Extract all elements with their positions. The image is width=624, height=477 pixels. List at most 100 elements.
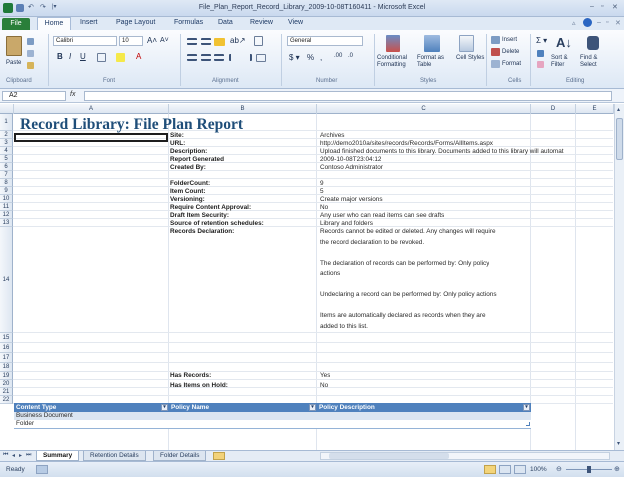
table-header-policy-name[interactable]: Policy Name ▾: [169, 403, 317, 412]
column-header-e[interactable]: E: [576, 104, 614, 114]
row-header[interactable]: 3: [0, 139, 13, 147]
cut-icon[interactable]: [27, 38, 34, 45]
orientation-icon[interactable]: ab↗: [230, 36, 246, 45]
vertical-scrollbar[interactable]: ▴ ▾: [614, 104, 624, 450]
increase-decimal-icon[interactable]: .00: [334, 53, 342, 59]
number-format-combo[interactable]: General: [287, 36, 363, 46]
row-header[interactable]: 5: [0, 155, 13, 163]
column-header-c[interactable]: C: [317, 104, 531, 114]
merge-center-icon[interactable]: [256, 54, 266, 62]
find-select-icon[interactable]: [587, 36, 599, 50]
horizontal-scrollbar[interactable]: [320, 452, 610, 460]
tab-data[interactable]: Data: [218, 19, 233, 26]
help-icon[interactable]: [583, 18, 592, 27]
page-layout-view-icon[interactable]: [499, 465, 511, 474]
row-header[interactable]: 21: [0, 388, 13, 396]
next-sheet-icon[interactable]: ▸: [19, 452, 22, 459]
align-right-icon[interactable]: [214, 54, 224, 61]
maximize-button[interactable]: ▫: [601, 3, 603, 10]
conditional-formatting-button[interactable]: Conditional Formatting: [377, 55, 417, 69]
column-header-a[interactable]: A: [14, 104, 169, 114]
autosum-icon[interactable]: Σ ▾: [536, 36, 547, 45]
row-header[interactable]: 7: [0, 171, 13, 179]
cell-styles-icon[interactable]: [459, 35, 474, 52]
filter-dropdown-icon[interactable]: ▾: [309, 404, 316, 411]
grow-font-icon[interactable]: A˄: [147, 36, 157, 45]
row-header[interactable]: 16: [0, 343, 13, 353]
fill-icon[interactable]: [537, 50, 544, 57]
last-sheet-icon[interactable]: ⏭: [26, 452, 31, 459]
filter-dropdown-icon[interactable]: ▾: [523, 404, 530, 411]
tab-view[interactable]: View: [288, 19, 303, 26]
row-header[interactable]: 4: [0, 147, 13, 155]
font-size-combo[interactable]: 10: [119, 36, 143, 46]
sheet-tab-retention-details[interactable]: Retention Details: [83, 451, 146, 461]
row-header[interactable]: 20: [0, 380, 13, 388]
row-header[interactable]: 2: [0, 131, 13, 139]
delete-cells-icon[interactable]: [491, 48, 500, 56]
column-header-b[interactable]: B: [169, 104, 317, 114]
align-center-icon[interactable]: [201, 54, 211, 61]
active-cell-selection[interactable]: [14, 133, 168, 142]
name-box[interactable]: A2: [2, 91, 66, 101]
sort-filter-button[interactable]: Sort & Filter: [551, 55, 577, 69]
row-header[interactable]: 12: [0, 211, 13, 219]
sheet-tab-summary[interactable]: Summary: [36, 451, 80, 461]
font-name-combo[interactable]: Calibri: [53, 36, 117, 46]
vertical-scroll-thumb[interactable]: [616, 118, 623, 160]
first-sheet-icon[interactable]: ⏮: [3, 452, 8, 459]
format-cells-icon[interactable]: [491, 60, 500, 68]
row-header[interactable]: 8: [0, 179, 13, 187]
cell-styles-button[interactable]: Cell Styles: [456, 55, 486, 62]
borders-icon[interactable]: [97, 53, 106, 62]
minimize-button[interactable]: –: [590, 3, 594, 10]
row-header[interactable]: 10: [0, 195, 13, 203]
workbook-minimize-icon[interactable]: –: [597, 19, 601, 26]
page-break-view-icon[interactable]: [514, 465, 526, 474]
row-header[interactable]: 9: [0, 187, 13, 195]
shrink-font-icon[interactable]: A˅: [160, 37, 169, 44]
fill-color-icon[interactable]: [116, 53, 125, 62]
row-header[interactable]: 17: [0, 353, 13, 363]
tab-insert[interactable]: Insert: [80, 19, 98, 26]
formula-input[interactable]: [84, 91, 612, 101]
table-header-policy-description[interactable]: Policy Description ▾: [317, 403, 531, 412]
table-header-content-type[interactable]: Content Type ▾: [14, 403, 169, 412]
macro-record-icon[interactable]: [36, 465, 48, 474]
row-header[interactable]: 22: [0, 396, 13, 404]
insert-cells-icon[interactable]: [491, 36, 500, 44]
underline-icon[interactable]: U: [80, 52, 86, 61]
normal-view-icon[interactable]: [484, 465, 496, 474]
zoom-in-icon[interactable]: ⊕: [614, 465, 620, 473]
zoom-slider-thumb[interactable]: [587, 466, 591, 473]
currency-icon[interactable]: $ ▾: [289, 53, 300, 62]
decrease-indent-icon[interactable]: [229, 54, 239, 61]
copy-icon[interactable]: [27, 50, 34, 57]
tab-page-layout[interactable]: Page Layout: [116, 19, 155, 26]
row-header[interactable]: 6: [0, 163, 13, 171]
scroll-up-icon[interactable]: ▴: [617, 106, 620, 113]
row-header[interactable]: 19: [0, 372, 13, 380]
zoom-level[interactable]: 100%: [530, 466, 547, 473]
font-color-icon[interactable]: A: [136, 52, 141, 61]
paste-icon[interactable]: [6, 36, 22, 56]
workbook-close-icon[interactable]: ✕: [615, 19, 621, 27]
wrap-text-icon[interactable]: [254, 36, 263, 46]
insert-cells-button[interactable]: Insert: [502, 37, 517, 43]
zoom-out-icon[interactable]: ⊖: [556, 465, 562, 473]
align-left-icon[interactable]: [187, 54, 197, 61]
select-all-corner[interactable]: [0, 104, 14, 114]
format-painter-icon[interactable]: [27, 62, 34, 69]
row-header[interactable]: 18: [0, 363, 13, 372]
sort-filter-icon[interactable]: A↓: [556, 35, 572, 50]
tab-home[interactable]: Home: [37, 17, 71, 30]
percent-icon[interactable]: %: [307, 53, 314, 62]
filter-dropdown-icon[interactable]: ▾: [161, 404, 168, 411]
column-header-d[interactable]: D: [531, 104, 576, 114]
prev-sheet-icon[interactable]: ◂: [12, 452, 15, 459]
format-cells-button[interactable]: Format: [502, 61, 521, 67]
align-middle-icon[interactable]: [201, 38, 211, 45]
bold-icon[interactable]: B: [57, 52, 63, 61]
increase-indent-icon[interactable]: [242, 54, 252, 61]
sheet-tab-folder-details[interactable]: Folder Details: [153, 451, 207, 461]
